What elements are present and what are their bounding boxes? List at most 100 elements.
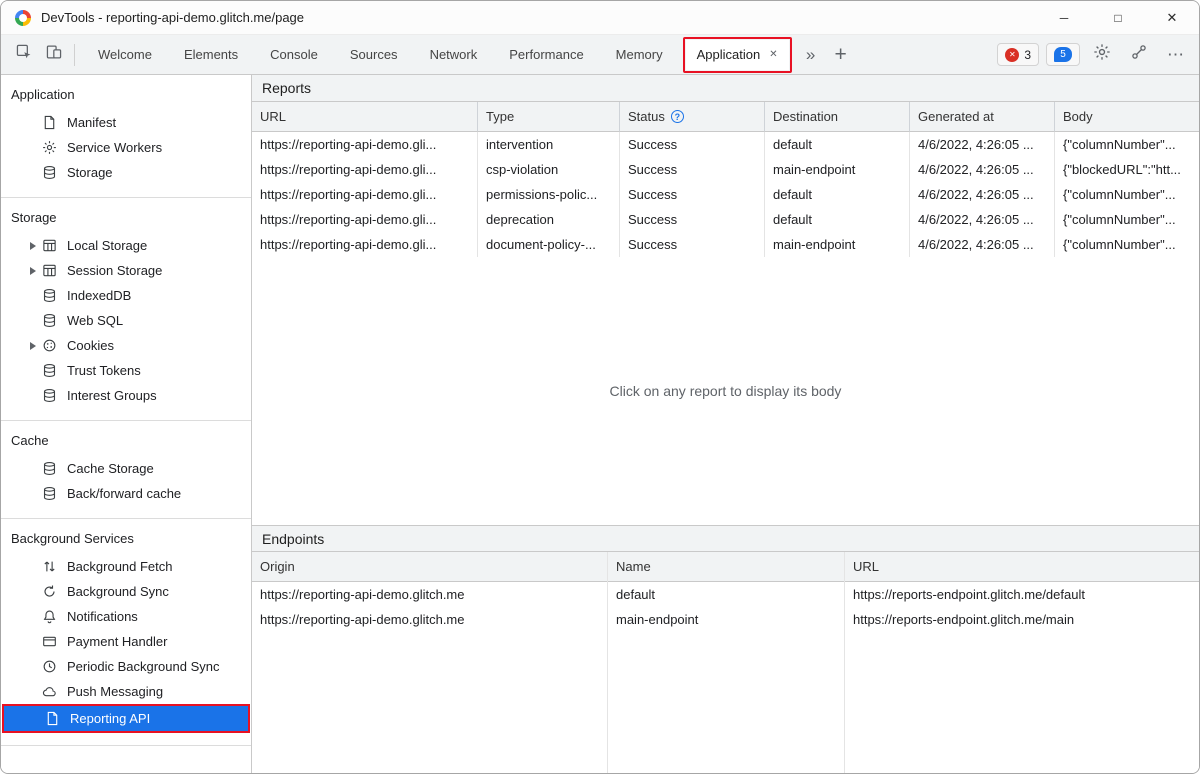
column-header-url[interactable]: URL — [252, 102, 478, 132]
report-cell-destination[interactable]: main-endpoint — [765, 157, 910, 182]
sidebar-item-back-forward-cache[interactable]: Back/forward cache — [1, 481, 251, 506]
disclosure-triangle-icon[interactable] — [23, 266, 42, 275]
tab-console[interactable]: Console — [254, 35, 334, 74]
column-header-url[interactable]: URL — [845, 552, 1199, 582]
column-header-destination[interactable]: Destination — [765, 102, 910, 132]
report-cell-body[interactable]: {"blockedURL":"htt... — [1055, 157, 1199, 182]
sidebar-item-service-workers[interactable]: Service Workers — [1, 135, 251, 160]
sidebar-section-title: Cache — [11, 433, 49, 448]
close-button[interactable]: ✕ — [1145, 1, 1199, 34]
endpoint-cell-url[interactable]: https://reports-endpoint.glitch.me/main — [845, 607, 1199, 632]
help-icon[interactable]: ? — [670, 110, 684, 123]
column-header-label: Status — [628, 109, 665, 124]
report-cell-url[interactable]: https://reporting-api-demo.gli... — [252, 232, 478, 257]
endpoint-cell-name[interactable]: default — [608, 582, 844, 607]
column-header-status[interactable]: Status? — [620, 102, 765, 132]
tab-welcome[interactable]: Welcome — [82, 35, 168, 74]
sidebar-item-cookies[interactable]: Cookies — [1, 333, 251, 358]
more-menu-button[interactable]: ⋯ — [1161, 40, 1191, 70]
report-cell-type[interactable]: csp-violation — [478, 157, 620, 182]
column-header-type[interactable]: Type — [478, 102, 620, 132]
sidebar-item-interest-groups[interactable]: Interest Groups — [1, 383, 251, 408]
report-cell-url[interactable]: https://reporting-api-demo.gli... — [252, 182, 478, 207]
report-cell-destination[interactable]: default — [765, 207, 910, 232]
report-cell-type[interactable]: intervention — [478, 132, 620, 157]
report-cell-status[interactable]: Success — [620, 157, 765, 182]
close-tab-icon[interactable]: ✕ — [769, 49, 777, 60]
sidebar-section-cache: Cache Cache Storage Back/forward cache — [1, 420, 251, 518]
sidebar-item-storage[interactable]: Storage — [1, 160, 251, 185]
column-header-generated-at[interactable]: Generated at — [910, 102, 1055, 132]
sidebar-item-session-storage[interactable]: Session Storage — [1, 258, 251, 283]
report-cell-status[interactable]: Success — [620, 207, 765, 232]
report-cell-destination[interactable]: main-endpoint — [765, 232, 910, 257]
report-cell-generated-at[interactable]: 4/6/2022, 4:26:05 ... — [910, 232, 1055, 257]
endpoint-cell-name[interactable]: main-endpoint — [608, 607, 844, 632]
report-cell-body[interactable]: {"columnNumber"... — [1055, 132, 1199, 157]
column-header-body[interactable]: Body — [1055, 102, 1199, 132]
report-cell-type[interactable]: permissions-polic... — [478, 182, 620, 207]
column-header-origin[interactable]: Origin — [252, 552, 607, 582]
report-cell-type[interactable]: document-policy-... — [478, 232, 620, 257]
sidebar-item-web-sql[interactable]: Web SQL — [1, 308, 251, 333]
sidebar-section-title: Application — [11, 87, 75, 102]
error-counter[interactable]: ✕ 3 — [997, 43, 1039, 66]
sidebar-item-trust-tokens[interactable]: Trust Tokens — [1, 358, 251, 383]
settings-button[interactable] — [1087, 40, 1117, 70]
sidebar-item-push-messaging[interactable]: Push Messaging — [1, 679, 251, 704]
tab-sources[interactable]: Sources — [334, 35, 414, 74]
tab-performance[interactable]: Performance — [493, 35, 599, 74]
report-cell-generated-at[interactable]: 4/6/2022, 4:26:05 ... — [910, 207, 1055, 232]
inspect-element-button[interactable] — [9, 40, 39, 70]
more-tabs-button[interactable]: » — [796, 40, 826, 70]
endpoint-cell-origin[interactable]: https://reporting-api-demo.glitch.me — [252, 582, 607, 607]
report-cell-destination[interactable]: default — [765, 132, 910, 157]
column-header-name[interactable]: Name — [608, 552, 844, 582]
report-cell-status[interactable]: Success — [620, 132, 765, 157]
disclosure-triangle-icon[interactable] — [23, 241, 42, 250]
sidebar-item-local-storage[interactable]: Local Storage — [1, 233, 251, 258]
sidebar-item-notifications[interactable]: Notifications — [1, 604, 251, 629]
sidebar-item-background-sync[interactable]: Background Sync — [1, 579, 251, 604]
report-cell-body[interactable]: {"columnNumber"... — [1055, 232, 1199, 257]
table-icon — [42, 238, 60, 254]
report-cell-status[interactable]: Success — [620, 182, 765, 207]
sidebar-item-payment-handler[interactable]: Payment Handler — [1, 629, 251, 654]
titlebar[interactable]: DevTools - reporting-api-demo.glitch.me/… — [1, 1, 1199, 35]
sidebar-item-cache-storage[interactable]: Cache Storage — [1, 456, 251, 481]
gear-icon — [42, 140, 60, 156]
report-cell-url[interactable]: https://reporting-api-demo.gli... — [252, 207, 478, 232]
toolbar-divider — [74, 43, 75, 66]
report-cell-generated-at[interactable]: 4/6/2022, 4:26:05 ... — [910, 182, 1055, 207]
tab-application[interactable]: Application ✕ — [685, 39, 789, 70]
add-tab-button[interactable]: + — [826, 40, 856, 70]
report-cell-generated-at[interactable]: 4/6/2022, 4:26:05 ... — [910, 132, 1055, 157]
maximize-button[interactable]: □ — [1091, 1, 1145, 34]
report-cell-status[interactable]: Success — [620, 232, 765, 257]
report-cell-destination[interactable]: default — [765, 182, 910, 207]
sidebar-item-label: Manifest — [67, 115, 117, 130]
sidebar-item-label: Payment Handler — [67, 634, 168, 649]
disclosure-triangle-icon[interactable] — [23, 341, 42, 350]
sidebar-item-manifest[interactable]: Manifest — [1, 110, 251, 135]
sidebar-item-background-fetch[interactable]: Background Fetch — [1, 554, 251, 579]
minimize-button[interactable]: ─ — [1037, 1, 1091, 34]
endpoint-cell-url[interactable]: https://reports-endpoint.glitch.me/defau… — [845, 582, 1199, 607]
tab-elements[interactable]: Elements — [168, 35, 254, 74]
toggle-device-toolbar-button[interactable] — [39, 40, 69, 70]
report-cell-url[interactable]: https://reporting-api-demo.gli... — [252, 132, 478, 157]
report-cell-body[interactable]: {"columnNumber"... — [1055, 207, 1199, 232]
tab-memory[interactable]: Memory — [600, 35, 679, 74]
sidebar-item-periodic-background-sync[interactable]: Periodic Background Sync — [1, 654, 251, 679]
sidebar-item-reporting-api[interactable]: Reporting API — [4, 706, 248, 731]
report-cell-generated-at[interactable]: 4/6/2022, 4:26:05 ... — [910, 157, 1055, 182]
report-cell-url[interactable]: https://reporting-api-demo.gli... — [252, 157, 478, 182]
endpoint-cell-origin[interactable]: https://reporting-api-demo.glitch.me — [252, 607, 607, 632]
issues-counter[interactable]: 5 — [1046, 43, 1080, 66]
tab-network[interactable]: Network — [414, 35, 494, 74]
tab-label: Performance — [509, 47, 584, 62]
report-cell-type[interactable]: deprecation — [478, 207, 620, 232]
sidebar-item-indexeddb[interactable]: IndexedDB — [1, 283, 251, 308]
report-cell-body[interactable]: {"columnNumber"... — [1055, 182, 1199, 207]
remote-devices-button[interactable] — [1124, 40, 1154, 70]
